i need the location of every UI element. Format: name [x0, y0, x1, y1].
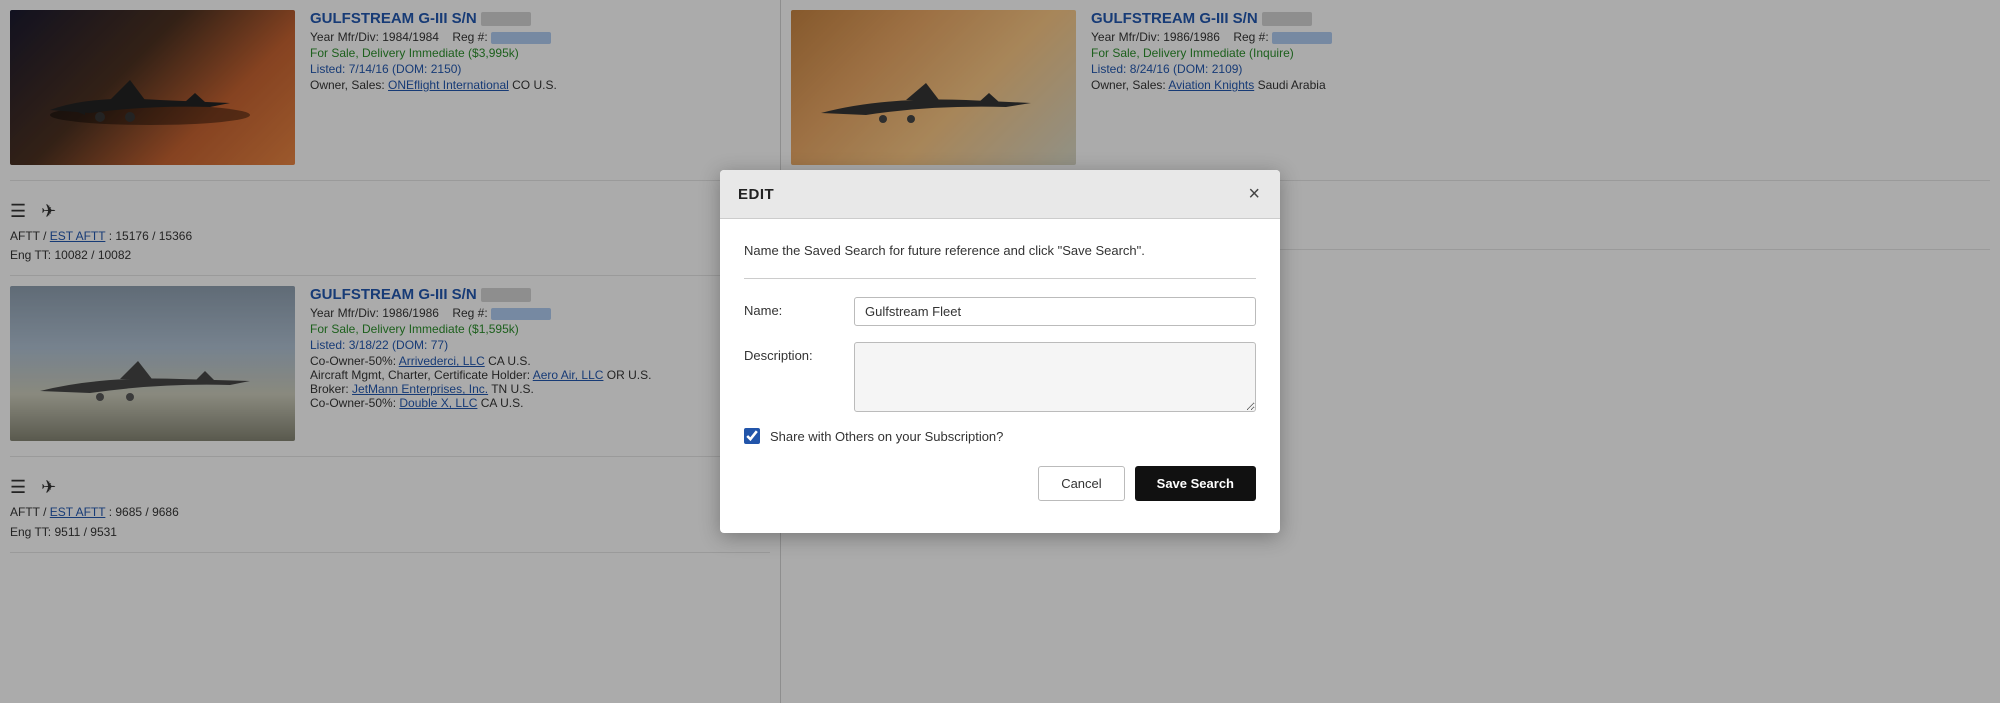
checkbox-row: Share with Others on your Subscription?	[744, 428, 1256, 444]
name-label: Name:	[744, 297, 854, 318]
description-label: Description:	[744, 342, 854, 363]
save-search-button[interactable]: Save Search	[1135, 466, 1256, 501]
description-textarea[interactable]	[854, 342, 1256, 412]
edit-modal: EDIT × Name the Saved Search for future …	[720, 170, 1280, 533]
description-form-row: Description:	[744, 342, 1256, 412]
name-input[interactable]	[854, 297, 1256, 326]
cancel-button[interactable]: Cancel	[1038, 466, 1124, 501]
separator	[744, 278, 1256, 279]
share-checkbox[interactable]	[744, 428, 760, 444]
modal-description: Name the Saved Search for future referen…	[744, 243, 1256, 258]
modal-overlay: EDIT × Name the Saved Search for future …	[0, 0, 2000, 703]
modal-footer: Cancel Save Search	[744, 466, 1256, 509]
modal-header: EDIT ×	[720, 170, 1280, 219]
modal-body: Name the Saved Search for future referen…	[720, 219, 1280, 533]
name-form-row: Name:	[744, 297, 1256, 326]
close-button[interactable]: ×	[1246, 184, 1262, 204]
checkbox-label: Share with Others on your Subscription?	[770, 429, 1003, 444]
modal-title: EDIT	[738, 186, 774, 203]
